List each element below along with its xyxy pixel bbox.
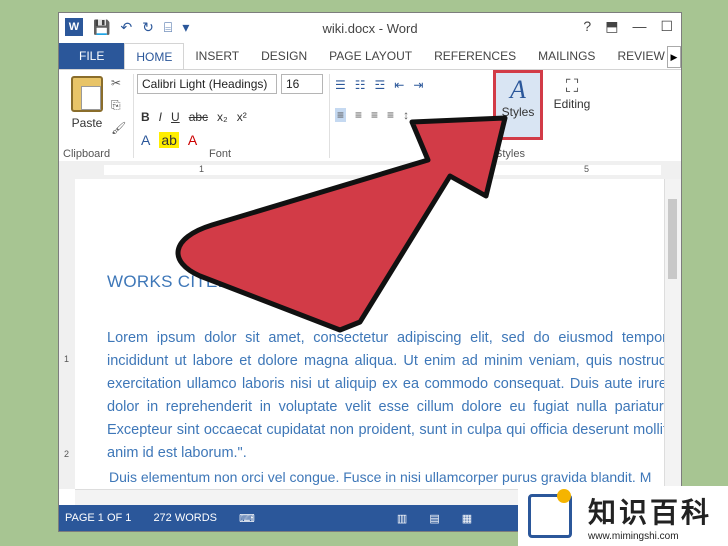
word-window: W 💾 ↶ ↻ ⌸ ▾ wiki.docx - Word ? ⬒ — ☐ FIL…: [58, 12, 682, 532]
vruler-mark: 2: [64, 449, 70, 459]
maximize-button[interactable]: ☐: [660, 18, 673, 35]
underline-button[interactable]: U: [171, 110, 180, 124]
proofing-icon[interactable]: ⌨: [239, 512, 255, 525]
strikethrough-button[interactable]: abc: [189, 110, 208, 124]
copy-icon[interactable]: ⎘: [111, 98, 126, 113]
tab-insert[interactable]: INSERT: [184, 43, 250, 69]
clipboard-icon: [71, 76, 103, 112]
vertical-scrollbar[interactable]: [664, 179, 681, 489]
superscript-button[interactable]: x²: [237, 110, 247, 124]
book-bulb-logo-icon: [528, 489, 572, 538]
bullets-icon[interactable]: ☰: [335, 78, 346, 92]
font-effects-buttons: A ab A: [141, 132, 197, 148]
binoculars-icon: ⛶: [565, 76, 579, 96]
print-layout-icon[interactable]: ▤: [429, 512, 439, 525]
minimize-button[interactable]: —: [632, 18, 646, 35]
align-buttons: ≡ ≡ ≡ ≡ ↕: [335, 108, 409, 122]
line-spacing-icon[interactable]: ↕: [403, 108, 409, 122]
read-mode-icon[interactable]: ▥: [397, 512, 407, 525]
watermark: 知识百科 www.mimingshi.com: [518, 486, 728, 546]
format-painter-icon[interactable]: 🖌: [111, 121, 126, 135]
styles-icon: A: [510, 75, 526, 104]
ruler-mark: 4: [489, 164, 495, 174]
tab-file[interactable]: FILE: [59, 43, 125, 69]
vruler-mark: 1: [64, 354, 70, 364]
help-button[interactable]: ?: [583, 18, 591, 35]
ribbon-display-button[interactable]: ⬒: [605, 18, 618, 35]
bold-button[interactable]: B: [141, 110, 150, 124]
subscript-button[interactable]: x₂: [217, 110, 228, 124]
align-right-icon[interactable]: ≡: [371, 108, 378, 122]
paste-button[interactable]: Paste: [67, 76, 107, 130]
editing-label: Editing: [553, 97, 591, 111]
ruler-mark: 5: [584, 164, 590, 174]
clipboard-group-label: Clipboard: [63, 148, 111, 160]
multilevel-list-icon[interactable]: ☲: [375, 78, 386, 92]
font-size-dropdown[interactable]: 16: [281, 74, 323, 94]
title-bar: W 💾 ↶ ↻ ⌸ ▾ wiki.docx - Word ? ⬒ — ☐: [59, 13, 681, 43]
list-buttons: ☰ ☷ ☲ ⇤ ⇥: [335, 78, 423, 92]
cut-icon[interactable]: ✂: [111, 76, 126, 90]
numbering-icon[interactable]: ☷: [355, 78, 366, 92]
bulb-icon: [557, 489, 571, 503]
increase-indent-icon[interactable]: ⇥: [413, 78, 423, 92]
center-icon[interactable]: ≡: [355, 108, 362, 122]
clipboard-small-buttons: ✂ ⎘ 🖌: [111, 76, 126, 135]
document-heading[interactable]: WORKS CITED: [107, 272, 230, 292]
font-name-dropdown[interactable]: Calibri Light (Headings): [137, 74, 277, 94]
tab-page-layout[interactable]: PAGE LAYOUT: [318, 43, 423, 69]
decrease-indent-icon[interactable]: ⇤: [394, 78, 404, 92]
group-separator: [133, 74, 134, 158]
font-color-icon[interactable]: A: [188, 132, 197, 148]
document-paragraph[interactable]: Lorem ipsum dolor sit amet, consectetur …: [107, 327, 667, 465]
vertical-ruler: 1 2: [59, 179, 76, 489]
styles-group-label: Styles: [495, 148, 525, 160]
italic-button[interactable]: I: [159, 110, 162, 124]
web-layout-icon[interactable]: ▦: [462, 512, 472, 525]
watermark-url: www.mimingshi.com: [588, 530, 679, 542]
styles-label: Styles: [501, 105, 535, 119]
group-separator: [329, 74, 330, 158]
tab-design[interactable]: DESIGN: [250, 43, 318, 69]
scroll-thumb[interactable]: [668, 199, 677, 279]
tab-home[interactable]: HOME: [124, 43, 185, 69]
ruler-mark: 1: [199, 164, 205, 174]
tab-scroll-right-icon[interactable]: ▶: [667, 46, 681, 68]
tab-review[interactable]: REVIEW: [606, 43, 675, 69]
align-left-icon[interactable]: ≡: [335, 108, 347, 122]
document-paragraph-2[interactable]: Duis elementum non orci vel congue. Fusc…: [109, 469, 667, 485]
ribbon: Paste ✂ ⎘ 🖌 Clipboard Calibri Light (Hea…: [59, 69, 681, 163]
watermark-text: 知识百科 www.mimingshi.com: [588, 491, 712, 542]
font-group-label: Font: [209, 148, 232, 160]
window-controls: ? ⬒ — ☐: [583, 18, 673, 35]
text-effects-icon[interactable]: A: [141, 132, 150, 148]
paste-label: Paste: [71, 116, 103, 130]
editing-button[interactable]: ⛶ Editing: [547, 76, 597, 111]
horizontal-ruler: 1 4 5: [59, 161, 681, 180]
justify-icon[interactable]: ≡: [387, 108, 394, 122]
word-count[interactable]: 272 WORDS: [153, 512, 217, 524]
styles-button[interactable]: A Styles: [493, 70, 543, 140]
tab-mailings[interactable]: MAILINGS: [527, 43, 606, 69]
ruler-track: 1 4 5: [104, 164, 661, 175]
watermark-brand: 知识百科: [588, 496, 713, 528]
tab-references[interactable]: REFERENCES: [423, 43, 527, 69]
page-count[interactable]: PAGE 1 OF 1: [65, 512, 131, 524]
highlight-icon[interactable]: ab: [159, 132, 179, 148]
font-format-buttons: B I U abc x₂ x²: [141, 110, 247, 124]
ribbon-tabs: FILE HOME INSERT DESIGN PAGE LAYOUT REFE…: [59, 43, 681, 69]
document-page[interactable]: WORKS CITED Lorem ipsum dolor sit amet, …: [75, 179, 667, 489]
